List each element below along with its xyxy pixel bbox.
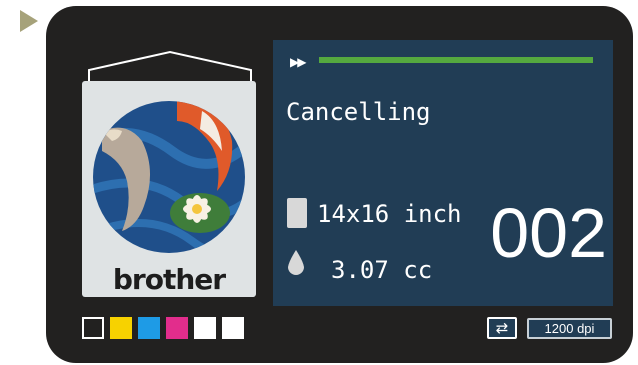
status-screen: ▶▶ Cancelling 14x16 inch 3.07 cc 002 xyxy=(273,40,613,306)
ink-slot-yellow xyxy=(110,317,132,339)
ink-slot-row xyxy=(82,317,244,339)
resolution-badge[interactable]: 1200 dpi xyxy=(527,318,612,339)
fast-forward-icon: ▶▶ xyxy=(290,55,307,69)
play-indicator-icon[interactable] xyxy=(20,10,38,32)
progress-fill xyxy=(319,57,593,63)
ink-slot-white-2 xyxy=(222,317,244,339)
ink-slot-magenta xyxy=(166,317,188,339)
swap-button[interactable]: ⇄ xyxy=(487,317,517,339)
print-size: 14x16 inch xyxy=(317,200,462,228)
copy-counter: 002 xyxy=(490,194,607,272)
design-preview[interactable]: brother xyxy=(82,81,256,297)
ink-drop-icon xyxy=(288,250,304,275)
ink-slot-black xyxy=(82,317,104,339)
job-status: Cancelling xyxy=(286,98,431,126)
progress-bar xyxy=(319,57,593,63)
ink-slot-white-1 xyxy=(194,317,216,339)
hanger-outline xyxy=(88,50,252,83)
ink-slot-cyan xyxy=(138,317,160,339)
brand-logo: brother xyxy=(112,263,226,296)
ink-usage: 3.07 cc xyxy=(331,256,433,284)
paper-sheet-icon xyxy=(287,198,307,228)
